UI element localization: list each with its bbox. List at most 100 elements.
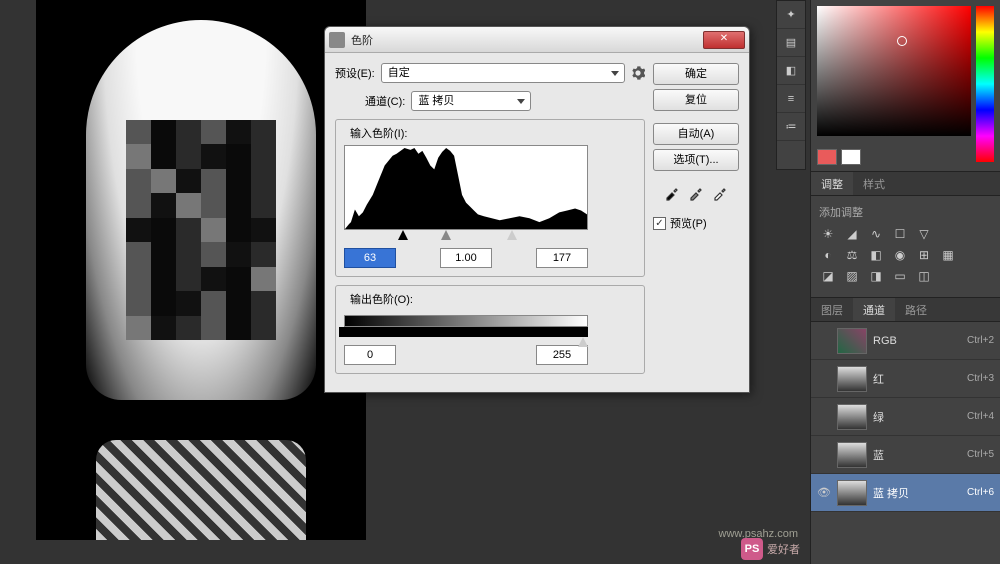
color-cursor[interactable] bbox=[897, 36, 907, 46]
adjust-tabs: 调整 样式 bbox=[811, 172, 1000, 196]
channel-name: 红 bbox=[873, 371, 961, 387]
background-swatch[interactable] bbox=[841, 149, 861, 165]
options-button[interactable]: 选项(T)... bbox=[653, 149, 739, 171]
tab-styles[interactable]: 样式 bbox=[853, 172, 895, 195]
channel-shortcut: Ctrl+4 bbox=[967, 411, 994, 422]
channel-shortcut: Ctrl+2 bbox=[967, 335, 994, 346]
visibility-icon[interactable] bbox=[817, 410, 831, 424]
channel-list: RGBCtrl+2红Ctrl+3 绿 Ctrl+4 蓝 Ctrl+5 👁 蓝 拷贝 Ctrl+… bbox=[811, 322, 1000, 564]
input-gamma-field[interactable]: 1.00 bbox=[440, 248, 492, 268]
channel-thumb bbox=[837, 480, 867, 506]
channel-item[interactable]: 蓝 Ctrl+5 bbox=[811, 436, 1000, 474]
tab-paths[interactable]: 路径 bbox=[895, 298, 937, 321]
visibility-icon[interactable] bbox=[817, 334, 831, 348]
brush-icon[interactable]: ≡ bbox=[777, 85, 805, 113]
lut-icon[interactable]: ▦ bbox=[939, 247, 957, 262]
output-black-slider[interactable] bbox=[339, 327, 588, 337]
actions-icon[interactable]: ▤ bbox=[777, 29, 805, 57]
channel-shortcut: Ctrl+5 bbox=[967, 449, 994, 460]
channel-item[interactable]: RGBCtrl+2 bbox=[811, 322, 1000, 360]
black-eyedropper-icon[interactable] bbox=[664, 185, 680, 201]
document-image[interactable] bbox=[36, 0, 366, 540]
posterize-icon[interactable]: ▨ bbox=[843, 268, 861, 283]
levels-dialog: 色阶 ✕ 预设(E): 自定 通道(C): 蓝 拷贝 输入色阶(I): bbox=[324, 26, 750, 393]
exposure-icon[interactable]: ☐ bbox=[891, 226, 909, 241]
channel-item[interactable]: 红Ctrl+3 bbox=[811, 360, 1000, 398]
brightness-icon[interactable]: ☀ bbox=[819, 226, 837, 241]
channel-item[interactable]: 👁 蓝 拷贝 Ctrl+6 bbox=[811, 474, 1000, 512]
mixer-icon[interactable]: ⊞ bbox=[915, 247, 933, 262]
dialog-titlebar[interactable]: 色阶 ✕ bbox=[325, 27, 749, 53]
input-slider[interactable] bbox=[344, 230, 588, 242]
levels-icon[interactable]: ◢ bbox=[843, 226, 861, 241]
history-icon[interactable]: ✦ bbox=[777, 1, 805, 29]
output-black-field[interactable]: 0 bbox=[344, 345, 396, 365]
channel-name: 绿 bbox=[873, 409, 961, 425]
white-point-slider[interactable] bbox=[507, 230, 517, 240]
output-white-field[interactable]: 255 bbox=[536, 345, 588, 365]
channel-name: 蓝 bbox=[873, 447, 961, 463]
color-picker-panel bbox=[811, 0, 1000, 172]
visibility-icon[interactable] bbox=[817, 372, 831, 386]
vibrance-icon[interactable]: ▽ bbox=[915, 226, 933, 241]
ok-button[interactable]: 确定 bbox=[653, 63, 739, 85]
tab-adjustments[interactable]: 调整 bbox=[811, 172, 853, 195]
curves-icon[interactable]: ∿ bbox=[867, 226, 885, 241]
dialog-title: 色阶 bbox=[351, 32, 703, 48]
input-levels-group: 输入色阶(I): 63 1.00 177 bbox=[335, 119, 645, 277]
channel-thumb bbox=[837, 442, 867, 468]
hue-icon[interactable]: ◐ bbox=[819, 247, 837, 262]
balance-icon[interactable]: ⚖ bbox=[843, 247, 861, 262]
channel-thumb bbox=[837, 404, 867, 430]
output-white-slider[interactable] bbox=[578, 337, 588, 347]
collapsed-panel-dock: ✦ ▤ ◧ ≡ ≔ bbox=[776, 0, 806, 170]
output-levels-group: 输出色阶(O): 0 255 bbox=[335, 285, 645, 374]
selective-icon[interactable]: ◫ bbox=[915, 268, 933, 283]
foreground-swatch[interactable] bbox=[817, 149, 837, 165]
channel-item[interactable]: 绿 Ctrl+4 bbox=[811, 398, 1000, 436]
preview-label: 预览(P) bbox=[670, 215, 707, 231]
gear-icon[interactable] bbox=[631, 66, 645, 80]
cancel-button[interactable]: 复位 bbox=[653, 89, 739, 111]
pixelated-face bbox=[126, 120, 276, 340]
gradient-map-icon[interactable]: ▭ bbox=[891, 268, 909, 283]
watermark-badge: PS bbox=[741, 538, 763, 560]
preset-label: 预设(E): bbox=[335, 65, 375, 81]
bw-icon[interactable]: ◧ bbox=[867, 247, 885, 262]
output-gradient bbox=[344, 315, 588, 327]
hue-slider[interactable] bbox=[976, 6, 994, 162]
input-black-field[interactable]: 63 bbox=[344, 248, 396, 268]
output-slider[interactable] bbox=[344, 327, 588, 339]
threshold-icon[interactable]: ◨ bbox=[867, 268, 885, 283]
output-levels-label: 输出色阶(O): bbox=[346, 291, 417, 307]
channel-name: 蓝 拷贝 bbox=[873, 485, 961, 501]
gray-eyedropper-icon[interactable] bbox=[688, 185, 704, 201]
invert-icon[interactable]: ◪ bbox=[819, 268, 837, 283]
channel-thumb bbox=[837, 328, 867, 354]
input-levels-label: 输入色阶(I): bbox=[346, 125, 411, 141]
histogram[interactable] bbox=[344, 145, 588, 230]
gamma-slider[interactable] bbox=[441, 230, 451, 240]
watermark: PS 爱好者 bbox=[741, 538, 800, 560]
visibility-icon[interactable]: 👁 bbox=[817, 486, 831, 500]
channel-dropdown[interactable]: 蓝 拷贝 bbox=[411, 91, 531, 111]
app-icon bbox=[329, 32, 345, 48]
channel-shortcut: Ctrl+6 bbox=[967, 487, 994, 498]
right-panels: 调整 样式 添加调整 ☀ ◢ ∿ ☐ ▽ ◐ ⚖ ◧ ◉ ⊞ ▦ ◪ ▨ ◨ ▭… bbox=[810, 0, 1000, 564]
input-white-field[interactable]: 177 bbox=[536, 248, 588, 268]
preset-dropdown[interactable]: 自定 bbox=[381, 63, 625, 83]
black-point-slider[interactable] bbox=[398, 230, 408, 240]
watermark-text: 爱好者 bbox=[767, 541, 800, 557]
tab-channels[interactable]: 通道 bbox=[853, 298, 895, 321]
close-button[interactable]: ✕ bbox=[703, 31, 745, 49]
properties-icon[interactable]: ◧ bbox=[777, 57, 805, 85]
visibility-icon[interactable] bbox=[817, 448, 831, 462]
tab-layers[interactable]: 图层 bbox=[811, 298, 853, 321]
paragraph-icon[interactable]: ≔ bbox=[777, 113, 805, 141]
auto-button[interactable]: 自动(A) bbox=[653, 123, 739, 145]
channel-label: 通道(C): bbox=[365, 93, 405, 109]
color-field[interactable] bbox=[817, 6, 971, 136]
photo-filter-icon[interactable]: ◉ bbox=[891, 247, 909, 262]
preview-checkbox[interactable]: ✓ bbox=[653, 217, 666, 230]
white-eyedropper-icon[interactable] bbox=[712, 185, 728, 201]
